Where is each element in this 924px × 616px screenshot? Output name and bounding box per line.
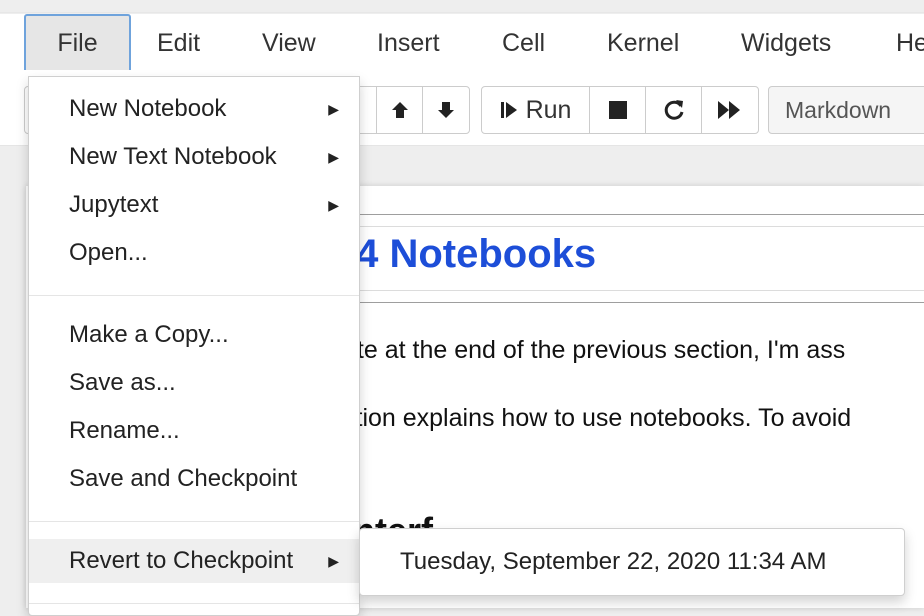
menu-divider (29, 521, 359, 522)
file-menu-revert-checkpoint[interactable]: Revert to Checkpoint ▶ (29, 539, 359, 583)
menu-help[interactable]: He (896, 14, 924, 76)
file-menu-rename[interactable]: Rename... (29, 409, 359, 453)
new-notebook-label: New Notebook (69, 95, 227, 122)
menu-view[interactable]: View (262, 14, 316, 76)
arrow-down-icon (438, 102, 455, 118)
file-menu-new-text-notebook[interactable]: New Text Notebook ▶ (29, 135, 359, 179)
checkpoint-submenu: Tuesday, September 22, 2020 11:34 AM (359, 528, 905, 596)
new-text-notebook-label: New Text Notebook (69, 143, 277, 170)
menu-cell[interactable]: Cell (502, 14, 545, 76)
heading-box-top (345, 226, 924, 227)
file-menu-dropdown: New Notebook ▶ New Text Notebook ▶ Jupyt… (28, 76, 360, 616)
menu-widgets[interactable]: Widgets (741, 14, 831, 76)
menu-insert[interactable]: Insert (377, 14, 440, 76)
file-menu-new-notebook[interactable]: New Notebook ▶ (29, 87, 359, 131)
file-menu-jupytext[interactable]: Jupytext ▶ (29, 183, 359, 227)
rename-label: Rename... (69, 417, 180, 444)
save-as-label: Save as... (69, 369, 176, 396)
menu-kernel[interactable]: Kernel (607, 14, 679, 76)
menubar-top-border (0, 12, 924, 13)
interrupt-button[interactable] (590, 87, 646, 133)
notebook-heading: .4 Notebooks (345, 232, 597, 276)
notebook-paragraph-1: ote at the end of the previous section, … (343, 336, 846, 364)
file-menu-save-as[interactable]: Save as... (29, 361, 359, 405)
stop-icon (608, 101, 627, 119)
heading-box-bottom (345, 290, 924, 291)
file-menu-open[interactable]: Open... (29, 231, 359, 275)
heading-top-rule (345, 214, 924, 215)
jupytext-label: Jupytext (69, 191, 159, 218)
run-button[interactable]: Run (482, 87, 590, 133)
menu-file[interactable]: File (24, 14, 131, 76)
make-copy-label: Make a Copy... (69, 321, 229, 348)
submenu-arrow-icon: ▶ (328, 101, 339, 117)
submenu-arrow-icon: ▶ (328, 197, 339, 213)
restart-kernel-button[interactable] (646, 87, 702, 133)
checkpoint-item[interactable]: Tuesday, September 22, 2020 11:34 AM (400, 529, 827, 595)
open-label: Open... (69, 239, 148, 266)
menubar: File Edit View Insert Cell Kernel Widget… (0, 14, 924, 76)
move-up-button[interactable] (377, 87, 424, 133)
menu-divider (29, 603, 359, 604)
restart-icon (664, 100, 683, 120)
run-button-group: Run (481, 86, 759, 134)
move-down-button[interactable] (423, 87, 469, 133)
menu-edit[interactable]: Edit (157, 14, 200, 76)
step-forward-icon (500, 102, 517, 118)
submenu-arrow-icon: ▶ (328, 149, 339, 165)
heading-bottom-rule (345, 302, 924, 303)
file-menu-save-checkpoint[interactable]: Save and Checkpoint (29, 457, 359, 501)
cell-type-select[interactable]: Markdown (768, 86, 924, 134)
save-checkpoint-label: Save and Checkpoint (69, 465, 298, 492)
fast-forward-icon (718, 101, 740, 119)
revert-checkpoint-label: Revert to Checkpoint (69, 547, 294, 574)
file-menu-make-copy[interactable]: Make a Copy... (29, 313, 359, 357)
arrow-up-icon (391, 102, 408, 118)
notebook-paragraph-2: ction explains how to use notebooks. To … (343, 404, 852, 432)
menu-divider (29, 295, 359, 296)
restart-run-all-button[interactable] (702, 87, 758, 133)
run-label: Run (525, 95, 572, 124)
submenu-arrow-icon: ▶ (328, 553, 339, 569)
